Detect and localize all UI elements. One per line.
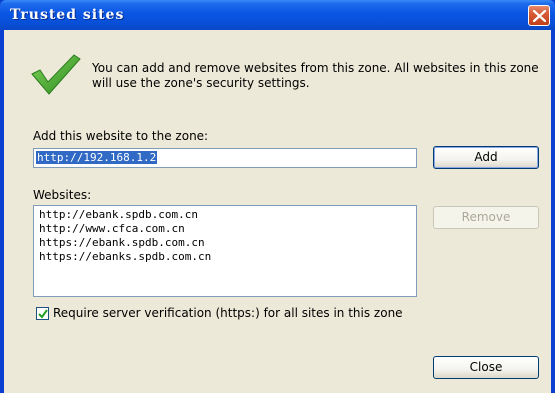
list-item[interactable]: https://ebank.spdb.com.cn bbox=[39, 236, 411, 250]
close-window-button[interactable] bbox=[528, 5, 550, 26]
close-icon bbox=[533, 10, 546, 22]
server-verification-option[interactable]: Require server verification (https:) for… bbox=[36, 306, 403, 320]
intro-text: You can add and remove websites from thi… bbox=[92, 61, 539, 90]
title-bar[interactable]: Trusted sites bbox=[0, 0, 555, 30]
close-button[interactable]: Close bbox=[433, 356, 539, 379]
checkmark-icon bbox=[31, 54, 81, 95]
list-item[interactable]: http://ebank.spdb.com.cn bbox=[39, 208, 411, 222]
websites-list[interactable]: http://ebank.spdb.com.cn http://www.cfca… bbox=[33, 205, 417, 297]
list-item[interactable]: https://ebanks.spdb.com.cn bbox=[39, 250, 411, 264]
remove-button[interactable]: Remove bbox=[433, 206, 539, 229]
websites-label: Websites: bbox=[33, 188, 92, 202]
add-button[interactable]: Add bbox=[433, 146, 539, 169]
server-verification-label: Require server verification (https:) for… bbox=[53, 306, 403, 320]
add-website-label: Add this website to the zone: bbox=[33, 129, 209, 143]
list-item[interactable]: http://www.cfca.com.cn bbox=[39, 222, 411, 236]
url-input-value: http://192.168.1.2 bbox=[36, 151, 158, 164]
window-title: Trusted sites bbox=[10, 7, 125, 23]
server-verification-checkbox[interactable] bbox=[36, 306, 49, 320]
checkbox-check-icon bbox=[38, 308, 48, 319]
website-url-input[interactable]: http://192.168.1.2 bbox=[33, 148, 417, 168]
